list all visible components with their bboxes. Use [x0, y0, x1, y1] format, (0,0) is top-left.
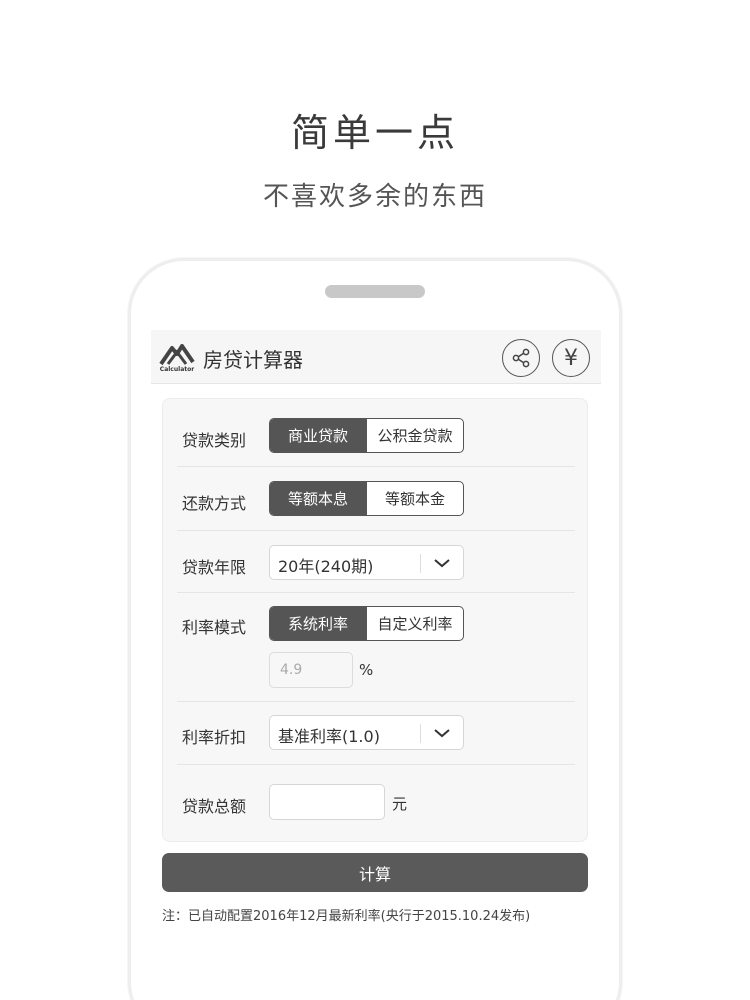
share-icon — [512, 348, 530, 368]
rate-input[interactable]: 4.9 — [269, 652, 353, 688]
loan-type-label: 贷款类别 — [182, 431, 247, 450]
discount-label: 利率折扣 — [182, 728, 247, 747]
discount-value: 基准利率(1.0) — [278, 727, 380, 746]
phone-speaker — [325, 285, 425, 298]
app-title: 房贷计算器 — [203, 348, 303, 372]
rate-note: 注：已自动配置2016年12月最新利率(央行于2015.10.24发布) — [162, 909, 531, 924]
amount-label: 贷款总额 — [182, 797, 247, 816]
rate-mode-label: 利率模式 — [182, 618, 247, 637]
app-header: Calculator 房贷计算器 ¥ — [151, 330, 601, 384]
loan-type-commercial[interactable]: 商业贷款 — [270, 419, 366, 452]
discount-select[interactable]: 基准利率(1.0) — [269, 715, 464, 750]
divider — [177, 764, 575, 765]
divider — [177, 530, 575, 531]
house-logo-icon: Calculator — [159, 340, 195, 374]
term-value: 20年(240期) — [278, 557, 374, 576]
repayment-equal-installment[interactable]: 等额本息 — [270, 482, 366, 515]
yen-button[interactable]: ¥ — [552, 339, 590, 377]
repayment-equal-principal[interactable]: 等额本金 — [366, 482, 463, 515]
amount-unit: 元 — [392, 795, 408, 813]
yen-icon: ¥ — [564, 345, 578, 371]
repayment-label: 还款方式 — [182, 494, 247, 513]
promo-headline: 简单一点 — [290, 111, 459, 155]
rate-mode-toggle: 系统利率 自定义利率 — [269, 606, 464, 641]
rate-mode-system[interactable]: 系统利率 — [270, 607, 366, 640]
promo-subline: 不喜欢多余的东西 — [262, 182, 487, 212]
rate-unit: % — [359, 661, 374, 679]
share-button[interactable] — [502, 339, 540, 377]
divider — [177, 701, 575, 702]
chevron-down-icon — [434, 559, 450, 568]
loan-form: 贷款类别 商业贷款 公积金贷款 还款方式 等额本息 等额本金 贷款年限 20年(… — [162, 398, 588, 842]
chevron-down-icon — [434, 729, 450, 738]
calculate-button[interactable]: 计算 — [162, 853, 588, 892]
term-select[interactable]: 20年(240期) — [269, 545, 464, 580]
loan-type-provident[interactable]: 公积金贷款 — [366, 419, 463, 452]
divider — [177, 592, 575, 593]
divider — [177, 466, 575, 467]
loan-type-toggle: 商业贷款 公积金贷款 — [269, 418, 464, 453]
select-separator — [420, 724, 421, 743]
amount-input[interactable] — [269, 784, 385, 820]
term-label: 贷款年限 — [182, 558, 247, 577]
rate-mode-custom[interactable]: 自定义利率 — [366, 607, 463, 640]
select-separator — [420, 554, 421, 573]
repayment-toggle: 等额本息 等额本金 — [269, 481, 464, 516]
logo-text: Calculator — [159, 366, 195, 373]
